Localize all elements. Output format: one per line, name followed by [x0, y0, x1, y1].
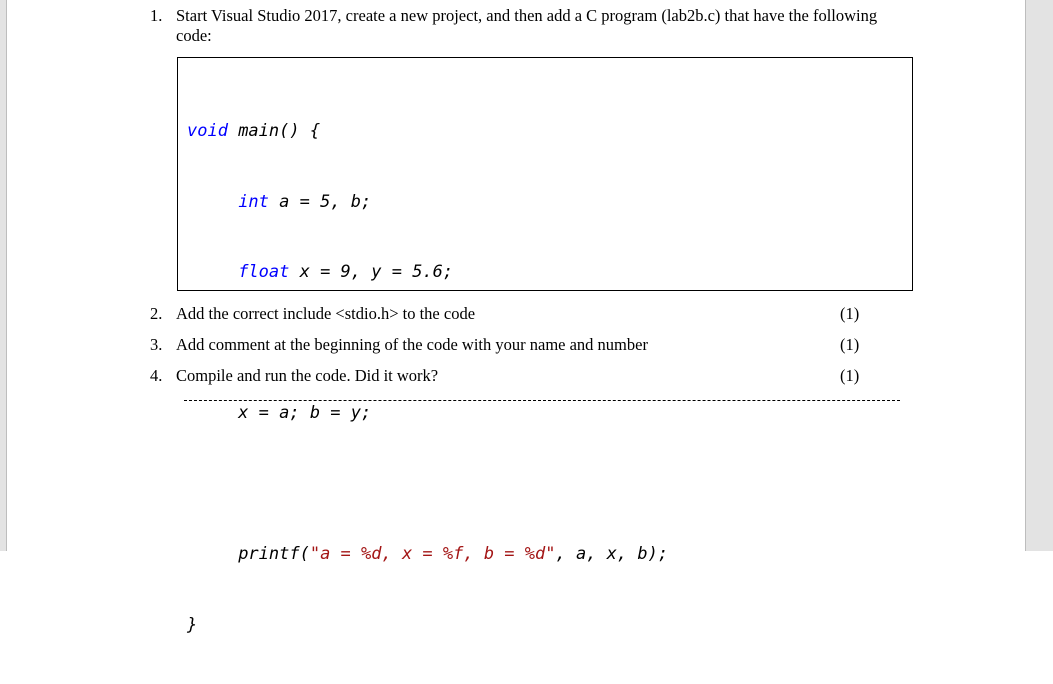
answer-dashed-line [184, 400, 900, 401]
right-margin-strip [1025, 0, 1053, 551]
question-text: Add the correct include <stdio.h> to the… [176, 304, 476, 323]
code-line-5: x = a; b = y; [187, 403, 372, 423]
code-line-1: void main() { [187, 121, 321, 141]
question-text: Add comment at the beginning of the code… [176, 335, 648, 354]
code-line-2: int a = 5, b; [238, 191, 372, 212]
question-text: Compile and run the code. Did it work? [176, 366, 439, 385]
question-number: 2. [150, 304, 163, 323]
question-number: 1. [150, 6, 163, 25]
question-text: Start Visual Studio 2017, create a new p… [176, 6, 878, 45]
code-line-7: printf("a = %d, x = %f, b = %d", a, x, b… [238, 544, 669, 564]
question-number: 4. [150, 366, 163, 385]
question-marks: (1) [840, 335, 860, 354]
question-marks: (1) [840, 366, 860, 385]
code-box: void main() { int a = 5, b; float x = 9,… [177, 57, 913, 635]
code-line-8: } [187, 614, 198, 635]
left-margin-strip [0, 0, 7, 551]
question-marks: (1) [840, 304, 860, 323]
code-line-3: float x = 9, y = 5.6; [238, 262, 454, 282]
question-number: 3. [150, 335, 163, 354]
